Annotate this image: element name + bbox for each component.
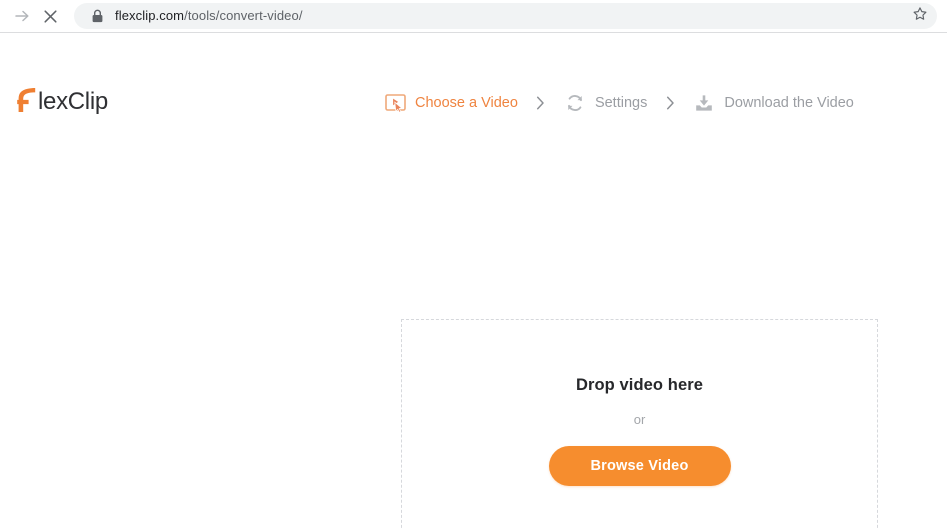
- flexclip-f-mark-icon: [16, 87, 37, 118]
- url-host: flexclip.com: [115, 8, 185, 23]
- bookmark-star-button[interactable]: [909, 5, 931, 27]
- step-settings[interactable]: Settings: [564, 89, 647, 117]
- video-dropzone[interactable]: Drop video here or Browse Video: [401, 319, 878, 528]
- step-separator-2: [647, 96, 693, 110]
- refresh-settings-icon: [564, 92, 586, 114]
- forward-button[interactable]: [8, 2, 36, 30]
- dropzone-title: Drop video here: [575, 376, 704, 395]
- page-content: lexClip Choose a Video Settings Download…: [0, 33, 947, 528]
- flexclip-logo-text: lexClip: [38, 88, 108, 115]
- dropzone-or-label: or: [633, 411, 646, 427]
- site-header: lexClip Choose a Video Settings Download…: [0, 33, 947, 114]
- url-text: flexclip.com/tools/convert-video/: [115, 3, 303, 29]
- forward-arrow-icon: [13, 7, 31, 25]
- video-select-icon: [384, 92, 406, 114]
- flexclip-logo[interactable]: lexClip: [16, 87, 108, 117]
- step-navigation: Choose a Video Settings Download the Vid…: [384, 89, 854, 117]
- step-download-the-video[interactable]: Download the Video: [693, 89, 854, 117]
- browse-video-button[interactable]: Browse Video: [548, 445, 731, 486]
- url-path: /tools/convert-video/: [184, 8, 303, 23]
- stop-loading-button[interactable]: [36, 2, 64, 30]
- address-bar[interactable]: flexclip.com/tools/convert-video/: [74, 3, 937, 29]
- lock-icon: [88, 7, 106, 25]
- chevron-right-icon: [536, 96, 545, 110]
- star-icon: [912, 6, 928, 27]
- step-choose-a-video[interactable]: Choose a Video: [384, 89, 518, 117]
- step-label-download-the-video: Download the Video: [724, 94, 854, 111]
- step-separator-1: [518, 96, 564, 110]
- chevron-right-icon: [666, 96, 675, 110]
- download-icon: [693, 92, 715, 114]
- step-label-choose-a-video: Choose a Video: [415, 94, 518, 111]
- stop-x-icon: [42, 8, 59, 25]
- step-label-settings: Settings: [594, 94, 648, 111]
- browser-toolbar: flexclip.com/tools/convert-video/: [0, 0, 947, 33]
